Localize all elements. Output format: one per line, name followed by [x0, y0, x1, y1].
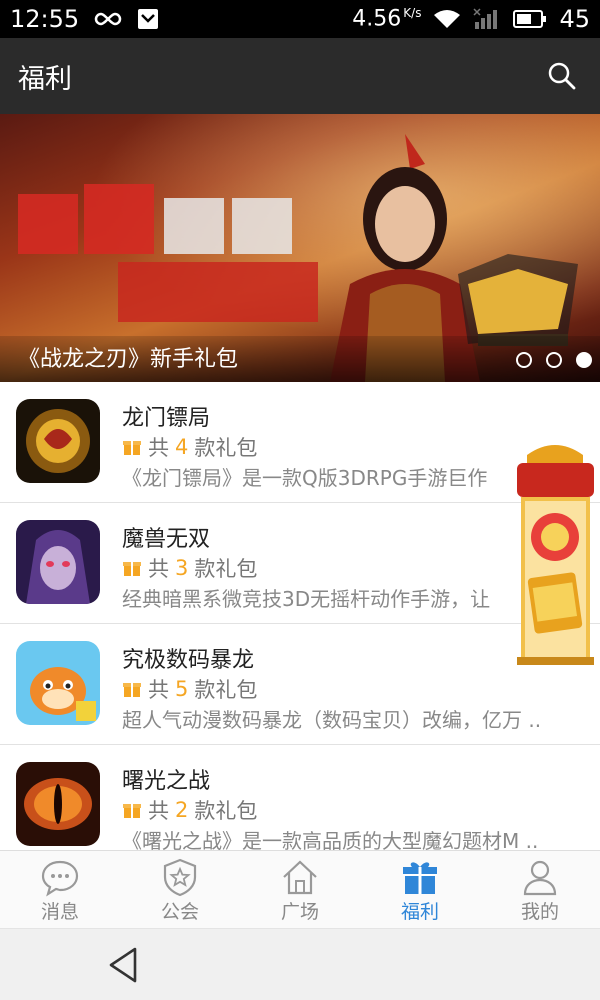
shield-star-icon: [163, 858, 197, 897]
banner-headline-art: [18, 184, 318, 322]
banner-dot[interactable]: [546, 352, 562, 368]
system-nav-bar: [0, 928, 600, 1000]
tab-label: 广场: [280, 901, 319, 923]
game-description: 超人气动漫数码暴龙（数码宝贝）改编，亿万 ..: [122, 708, 542, 732]
game-description: 《龙门镖局》是一款Q版3DRPG手游巨作: [122, 466, 488, 490]
gift-count: 4: [175, 435, 189, 459]
gift-icon: [123, 441, 141, 455]
gift-count: 2: [175, 798, 189, 822]
tab-label: 福利: [400, 901, 439, 923]
network-speed: 4.56 K/s: [352, 6, 422, 32]
list-item[interactable]: 究极数码暴龙 共 5 款礼包 超人气动漫数码暴龙（数码宝贝）改编，亿万 ..: [0, 624, 600, 745]
tab-square[interactable]: 广场: [240, 851, 360, 928]
tab-welfare[interactable]: 福利: [360, 851, 480, 928]
app-bar: 福利: [0, 38, 600, 114]
game-icon-moshou: [16, 520, 100, 604]
person-icon: [523, 860, 557, 896]
banner-caption: 《战龙之刃》新手礼包: [18, 347, 239, 372]
app-notification-icon: [137, 8, 159, 30]
wifi-icon: [433, 8, 461, 30]
game-name: 究极数码暴龙: [122, 648, 255, 673]
game-icon-digimon: [16, 641, 100, 725]
gift-icon: [403, 862, 437, 894]
signal-icon: [473, 8, 501, 30]
game-name: 魔兽无双: [122, 527, 211, 552]
tab-profile[interactable]: 我的: [480, 851, 600, 928]
status-time: 12:55: [10, 5, 80, 33]
game-gift-list: 龙门镖局 共 4 款礼包 《龙门镖局》是一款Q版3DRPG手游巨作 魔兽无双 共…: [0, 382, 600, 850]
banner-dot[interactable]: [516, 352, 532, 368]
bottom-tab-bar: 消息 公会 广场 福利 我的: [0, 850, 600, 928]
list-item[interactable]: 龙门镖局 共 4 款礼包 《龙门镖局》是一款Q版3DRPG手游巨作: [0, 382, 600, 503]
promo-banner[interactable]: 《战龙之刃》新手礼包: [0, 114, 600, 382]
gift-count-row: 共 4 款礼包: [122, 432, 257, 462]
status-bar: 12:55 4.56 K/s 45: [0, 0, 600, 38]
gift-icon: [123, 804, 141, 818]
gift-icon: [123, 562, 141, 576]
search-icon[interactable]: [542, 56, 582, 96]
tab-label: 公会: [160, 901, 199, 923]
game-icon-longmen: [16, 399, 100, 483]
daily-welfare-widget[interactable]: [513, 435, 598, 667]
gift-icon: [123, 683, 141, 697]
back-icon[interactable]: [105, 945, 141, 985]
gift-count: 5: [175, 677, 189, 701]
gift-count: 3: [175, 556, 189, 580]
gift-count-row: 共 5 款礼包: [122, 674, 257, 704]
list-item[interactable]: 魔兽无双 共 3 款礼包 经典暗黑系微竞技3D无摇杆动作手游，让: [0, 503, 600, 624]
tab-guild[interactable]: 公会: [120, 851, 240, 928]
banner-dot-active[interactable]: [576, 352, 592, 368]
infinity-icon: [93, 11, 123, 27]
game-name: 龙门镖局: [122, 406, 211, 431]
battery-icon: [513, 9, 547, 29]
chat-icon: [41, 860, 79, 897]
game-icon-shuguang: [16, 762, 100, 846]
battery-level: 45: [559, 5, 590, 33]
gift-count-row: 共 3 款礼包: [122, 553, 257, 583]
game-description: 《曙光之战》是一款高品质的大型魔幻题材M ..: [122, 829, 539, 850]
tab-label: 消息: [40, 901, 79, 923]
home-icon: [283, 860, 317, 895]
banner-pagination: [516, 352, 592, 368]
page-title: 福利: [18, 63, 72, 95]
list-item[interactable]: 曙光之战 共 2 款礼包 《曙光之战》是一款高品质的大型魔幻题材M ..: [0, 745, 600, 850]
game-description: 经典暗黑系微竞技3D无摇杆动作手游，让: [122, 587, 491, 611]
gift-count-row: 共 2 款礼包: [122, 795, 257, 825]
tab-label: 我的: [520, 901, 559, 923]
game-name: 曙光之战: [122, 769, 211, 794]
tab-messages[interactable]: 消息: [0, 851, 120, 928]
